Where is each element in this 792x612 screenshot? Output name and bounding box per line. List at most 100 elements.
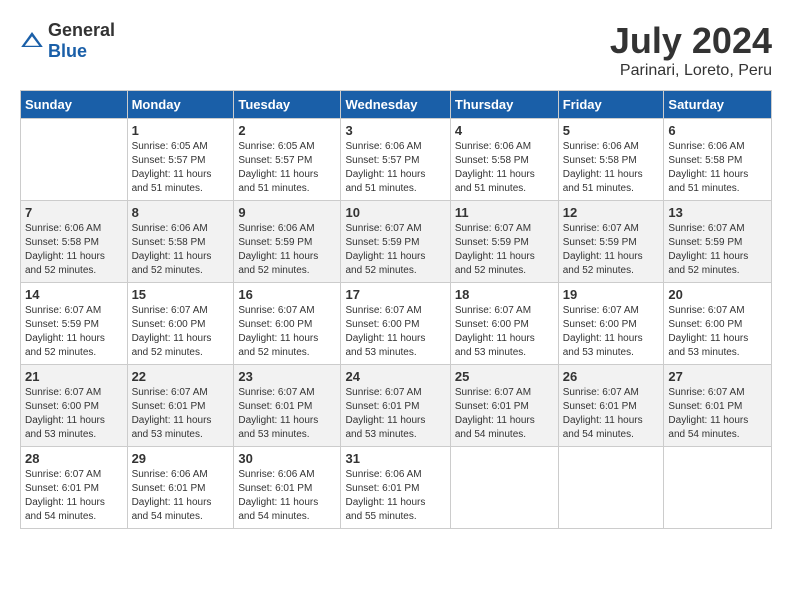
cell-info: Sunrise: 6:07 AMSunset: 5:59 PMDaylight:…: [668, 222, 767, 278]
day-number: 17: [345, 287, 445, 302]
calendar-cell: [450, 447, 558, 529]
calendar-cell: 14Sunrise: 6:07 AMSunset: 5:59 PMDayligh…: [21, 283, 128, 365]
logo: General Blue: [20, 20, 115, 62]
calendar-week-row-5: 28 Sunrise: 6:07 AMSunset: 6:01 PMDayligh…: [21, 447, 772, 529]
calendar-header-sunday: Sunday: [21, 91, 128, 119]
cell-info: Sunrise: 6:06 AMSunset: 5:59 PMDaylight:…: [238, 222, 336, 278]
day-number: 15: [132, 287, 230, 302]
calendar-header-wednesday: Wednesday: [341, 91, 450, 119]
logo-general-text: General: [48, 20, 115, 41]
day-number: 26: [563, 369, 660, 384]
cell-info: Sunrise: 6:07 AMSunset: 6:00 PMDaylight:…: [563, 304, 660, 360]
calendar-cell: 15Sunrise: 6:07 AMSunset: 6:00 PMDayligh…: [127, 283, 234, 365]
calendar-cell: 17 Sunrise: 6:07 AMSunset: 6:00 PMDayligh…: [341, 283, 450, 365]
calendar-cell: 31Sunrise: 6:06 AMSunset: 6:01 PMDayligh…: [341, 447, 450, 529]
calendar-header-friday: Friday: [558, 91, 664, 119]
calendar-cell: 8 Sunrise: 6:06 AMSunset: 5:58 PMDaylight…: [127, 201, 234, 283]
day-number: 4: [455, 123, 554, 138]
cell-info: Sunrise: 6:07 AMSunset: 6:00 PMDaylight:…: [455, 304, 554, 360]
day-number: 21: [25, 369, 123, 384]
calendar-cell: 13 Sunrise: 6:07 AMSunset: 5:59 PMDayligh…: [664, 201, 772, 283]
calendar-header-thursday: Thursday: [450, 91, 558, 119]
cell-info: Sunrise: 6:07 AMSunset: 6:01 PMDaylight:…: [345, 386, 445, 442]
cell-info: Sunrise: 6:07 AMSunset: 6:01 PMDaylight:…: [563, 386, 660, 442]
calendar-cell: 24 Sunrise: 6:07 AMSunset: 6:01 PMDayligh…: [341, 365, 450, 447]
logo-icon: [20, 29, 44, 53]
day-number: 11: [455, 205, 554, 220]
day-number: 24: [345, 369, 445, 384]
calendar-cell: 3Sunrise: 6:06 AMSunset: 5:57 PMDaylight…: [341, 119, 450, 201]
calendar-cell: 18 Sunrise: 6:07 AMSunset: 6:00 PMDayligh…: [450, 283, 558, 365]
cell-info: Sunrise: 6:07 AMSunset: 6:01 PMDaylight:…: [132, 386, 230, 442]
day-number: 1: [132, 123, 230, 138]
calendar-cell: 4 Sunrise: 6:06 AMSunset: 5:58 PMDaylight…: [450, 119, 558, 201]
day-number: 30: [238, 451, 336, 466]
calendar-header-tuesday: Tuesday: [234, 91, 341, 119]
calendar-cell: 11Sunrise: 6:07 AMSunset: 5:59 PMDayligh…: [450, 201, 558, 283]
calendar-cell: 26 Sunrise: 6:07 AMSunset: 6:01 PMDayligh…: [558, 365, 664, 447]
calendar-cell: 19 Sunrise: 6:07 AMSunset: 6:00 PMDayligh…: [558, 283, 664, 365]
day-number: 6: [668, 123, 767, 138]
page-header: General Blue July 2024 Parinari, Loreto,…: [20, 20, 772, 80]
cell-info: Sunrise: 6:07 AMSunset: 6:00 PMDaylight:…: [25, 386, 123, 442]
location-text: Parinari, Loreto, Peru: [610, 62, 772, 80]
cell-info: Sunrise: 6:07 AMSunset: 6:01 PMDaylight:…: [25, 468, 123, 524]
cell-info: Sunrise: 6:07 AMSunset: 6:01 PMDaylight:…: [668, 386, 767, 442]
calendar-cell: 21 Sunrise: 6:07 AMSunset: 6:00 PMDayligh…: [21, 365, 128, 447]
cell-info: Sunrise: 6:07 AMSunset: 5:59 PMDaylight:…: [563, 222, 660, 278]
calendar-week-row-4: 21 Sunrise: 6:07 AMSunset: 6:00 PMDayligh…: [21, 365, 772, 447]
calendar-header-monday: Monday: [127, 91, 234, 119]
day-number: 5: [563, 123, 660, 138]
calendar-cell: 27Sunrise: 6:07 AMSunset: 6:01 PMDayligh…: [664, 365, 772, 447]
cell-info: Sunrise: 6:06 AMSunset: 5:58 PMDaylight:…: [132, 222, 230, 278]
cell-info: Sunrise: 6:06 AMSunset: 5:58 PMDaylight:…: [455, 140, 554, 196]
calendar-cell: [664, 447, 772, 529]
logo-text: General Blue: [48, 20, 115, 62]
calendar-cell: 28 Sunrise: 6:07 AMSunset: 6:01 PMDayligh…: [21, 447, 128, 529]
calendar-cell: 12 Sunrise: 6:07 AMSunset: 5:59 PMDayligh…: [558, 201, 664, 283]
cell-info: Sunrise: 6:07 AMSunset: 6:00 PMDaylight:…: [345, 304, 445, 360]
cell-info: Sunrise: 6:06 AMSunset: 6:01 PMDaylight:…: [345, 468, 445, 524]
cell-info: Sunrise: 6:07 AMSunset: 6:00 PMDaylight:…: [668, 304, 767, 360]
cell-info: Sunrise: 6:07 AMSunset: 6:01 PMDaylight:…: [455, 386, 554, 442]
day-number: 20: [668, 287, 767, 302]
day-number: 3: [345, 123, 445, 138]
calendar-cell: 22Sunrise: 6:07 AMSunset: 6:01 PMDayligh…: [127, 365, 234, 447]
calendar-cell: 9 Sunrise: 6:06 AMSunset: 5:59 PMDaylight…: [234, 201, 341, 283]
calendar-cell: 7Sunrise: 6:06 AMSunset: 5:58 PMDaylight…: [21, 201, 128, 283]
calendar-header-saturday: Saturday: [664, 91, 772, 119]
day-number: 7: [25, 205, 123, 220]
calendar-cell: 29Sunrise: 6:06 AMSunset: 6:01 PMDayligh…: [127, 447, 234, 529]
day-number: 13: [668, 205, 767, 220]
day-number: 12: [563, 205, 660, 220]
day-number: 9: [238, 205, 336, 220]
day-number: 23: [238, 369, 336, 384]
day-number: 14: [25, 287, 123, 302]
cell-info: Sunrise: 6:07 AMSunset: 6:01 PMDaylight:…: [238, 386, 336, 442]
calendar-cell: [558, 447, 664, 529]
cell-info: Sunrise: 6:07 AMSunset: 6:00 PMDaylight:…: [238, 304, 336, 360]
cell-info: Sunrise: 6:06 AMSunset: 6:01 PMDaylight:…: [238, 468, 336, 524]
cell-info: Sunrise: 6:06 AMSunset: 5:58 PMDaylight:…: [668, 140, 767, 196]
day-number: 19: [563, 287, 660, 302]
cell-info: Sunrise: 6:06 AMSunset: 5:58 PMDaylight:…: [563, 140, 660, 196]
day-number: 10: [345, 205, 445, 220]
cell-info: Sunrise: 6:05 AMSunset: 5:57 PMDaylight:…: [132, 140, 230, 196]
calendar-cell: 10Sunrise: 6:07 AMSunset: 5:59 PMDayligh…: [341, 201, 450, 283]
calendar-table: SundayMondayTuesdayWednesdayThursdayFrid…: [20, 90, 772, 529]
day-number: 8: [132, 205, 230, 220]
month-title: July 2024: [610, 20, 772, 62]
calendar-cell: 1 Sunrise: 6:05 AMSunset: 5:57 PMDaylight…: [127, 119, 234, 201]
calendar-cell: [21, 119, 128, 201]
day-number: 18: [455, 287, 554, 302]
calendar-cell: 25 Sunrise: 6:07 AMSunset: 6:01 PMDayligh…: [450, 365, 558, 447]
calendar-header-row: SundayMondayTuesdayWednesdayThursdayFrid…: [21, 91, 772, 119]
cell-info: Sunrise: 6:05 AMSunset: 5:57 PMDaylight:…: [238, 140, 336, 196]
calendar-cell: 6 Sunrise: 6:06 AMSunset: 5:58 PMDaylight…: [664, 119, 772, 201]
day-number: 25: [455, 369, 554, 384]
day-number: 2: [238, 123, 336, 138]
day-number: 29: [132, 451, 230, 466]
day-number: 28: [25, 451, 123, 466]
calendar-cell: 20 Sunrise: 6:07 AMSunset: 6:00 PMDayligh…: [664, 283, 772, 365]
calendar-week-row-3: 14Sunrise: 6:07 AMSunset: 5:59 PMDayligh…: [21, 283, 772, 365]
